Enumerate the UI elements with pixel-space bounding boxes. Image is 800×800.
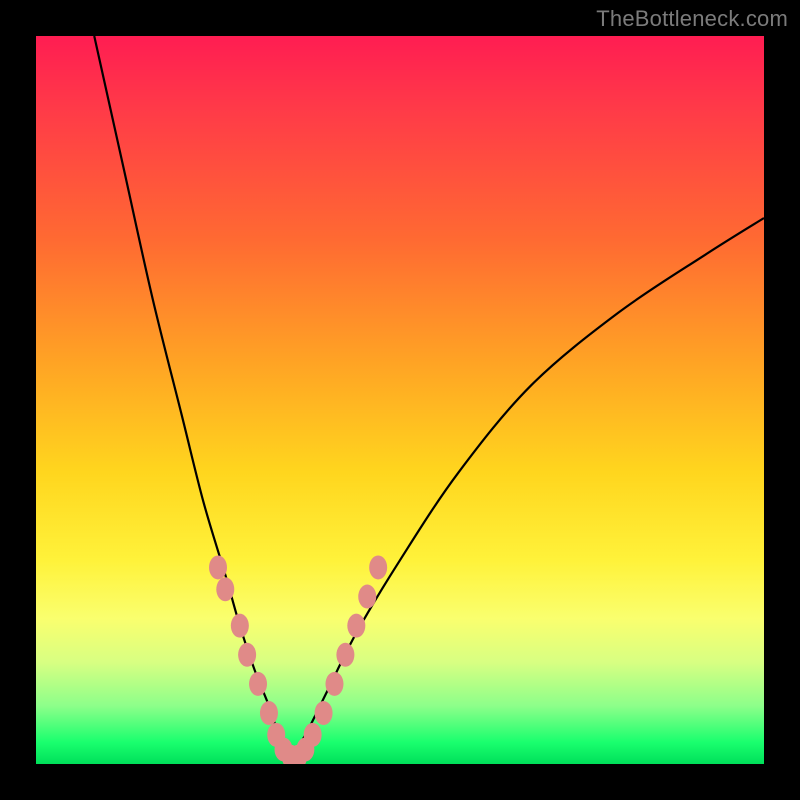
dots-layer — [209, 555, 387, 764]
data-dot — [260, 701, 278, 725]
data-dot — [209, 555, 227, 579]
data-dot — [216, 577, 234, 601]
data-dot — [315, 701, 333, 725]
chart-frame: TheBottleneck.com — [0, 0, 800, 800]
watermark-text: TheBottleneck.com — [596, 6, 788, 32]
curve-right-branch — [291, 218, 764, 757]
data-dot — [238, 643, 256, 667]
data-dot — [358, 585, 376, 609]
data-dot — [231, 614, 249, 638]
data-dot — [347, 614, 365, 638]
data-dot — [325, 672, 343, 696]
data-dot — [249, 672, 267, 696]
data-dot — [336, 643, 354, 667]
curve-layer — [94, 36, 764, 757]
plot-area — [36, 36, 764, 764]
curve-left-branch — [94, 36, 291, 757]
data-dot — [369, 555, 387, 579]
data-dot — [304, 723, 322, 747]
chart-svg — [36, 36, 764, 764]
